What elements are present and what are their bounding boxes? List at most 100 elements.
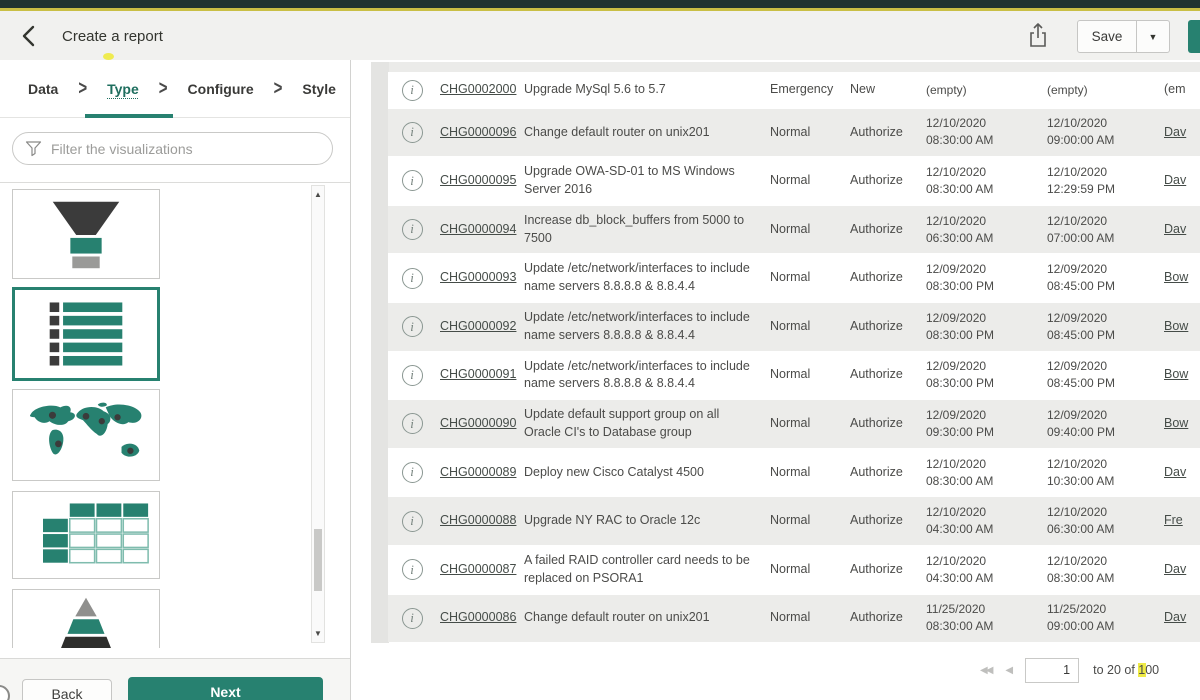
previous-page-icon[interactable]: ◀ [1005, 665, 1011, 676]
viz-world-map[interactable] [12, 389, 160, 481]
info-icon[interactable]: i [402, 462, 423, 483]
viz-funnel-chart[interactable] [12, 189, 160, 279]
wizard-step[interactable]: Configure > [188, 80, 303, 97]
scrollbar-thumb[interactable] [314, 529, 322, 591]
table-row[interactable]: i CHG0000092 Update /etc/network/interfa… [388, 302, 1200, 351]
assigned-to-link[interactable]: Dav [1160, 609, 1200, 627]
save-button[interactable]: Save [1077, 20, 1137, 53]
info-icon[interactable]: i [402, 268, 423, 289]
assigned-to-link[interactable]: Dav [1160, 464, 1200, 482]
change-number-link[interactable]: CHG0000094 [436, 221, 520, 239]
wizard-step[interactable]: Type > [107, 80, 187, 97]
first-page-icon[interactable]: ◀◀ [980, 665, 991, 676]
viz-list-selected[interactable] [12, 287, 160, 381]
info-icon[interactable]: i [402, 122, 423, 143]
assigned-to-link[interactable]: Dav [1160, 221, 1200, 239]
change-number-link[interactable]: CHG0000088 [436, 512, 520, 530]
wizard-steps: Data > Type > Configure > Style [0, 60, 350, 118]
start-date-cell: 12/10/2020 08:30:00 AM [922, 456, 1043, 490]
change-number-link[interactable]: CHG0000095 [436, 172, 520, 190]
table-row[interactable]: i CHG0002000 Upgrade MySql 5.6 to 5.7 Em… [388, 72, 1200, 108]
assigned-to-link[interactable]: Dav [1160, 124, 1200, 142]
wizard-step-label[interactable]: Style [302, 81, 335, 97]
scroll-down-icon[interactable]: ▼ [312, 629, 324, 638]
change-number-link[interactable]: CHG0000089 [436, 464, 520, 482]
visualization-filter[interactable] [12, 132, 333, 165]
table-row[interactable]: i CHG0000091 Update /etc/network/interfa… [388, 351, 1200, 400]
table-row[interactable]: i CHG0000096 Change default router on un… [388, 108, 1200, 157]
end-date-cell: 11/25/2020 09:00:00 AM [1043, 601, 1160, 635]
priority-cell: Normal [766, 172, 846, 190]
back-chevron-icon[interactable] [18, 24, 44, 48]
filter-input[interactable] [51, 141, 320, 157]
table-row[interactable]: i CHG0000087 A failed RAID controller ca… [388, 545, 1200, 594]
heatmap-table-icon [13, 492, 159, 578]
change-number-link[interactable]: CHG0000090 [436, 415, 520, 433]
viz-scrollbar[interactable]: ▲ ▼ [311, 185, 325, 643]
info-icon[interactable]: i [402, 316, 423, 337]
change-number-link[interactable]: CHG0000093 [436, 269, 520, 287]
priority-cell: Normal [766, 124, 846, 142]
table-row[interactable]: i CHG0000090 Update default support grou… [388, 399, 1200, 448]
info-icon[interactable]: i [402, 80, 423, 101]
short-description-cell: Increase db_block_buffers from 5000 to 7… [520, 212, 766, 248]
change-number-link[interactable]: CHG0000087 [436, 561, 520, 579]
change-number-link[interactable]: CHG0000086 [436, 609, 520, 627]
pyramid-chart-icon [13, 590, 159, 648]
info-icon[interactable]: i [402, 413, 423, 434]
wizard-step-label[interactable]: Type [107, 81, 139, 97]
save-dropdown-button[interactable]: ▼ [1136, 20, 1170, 53]
change-number-link[interactable]: CHG0000092 [436, 318, 520, 336]
info-icon[interactable]: i [402, 365, 423, 386]
table-row[interactable]: i CHG0000095 Upgrade OWA-SD-01 to MS Win… [388, 156, 1200, 205]
end-date-cell: 12/09/2020 08:45:00 PM [1043, 358, 1160, 392]
next-button[interactable]: Next [128, 677, 323, 700]
assigned-to-link[interactable]: Dav [1160, 561, 1200, 579]
info-icon[interactable]: i [402, 559, 423, 580]
change-number-link[interactable]: CHG0002000 [436, 81, 520, 99]
short-description-cell: Change default router on unix201 [520, 124, 766, 142]
assigned-to-link[interactable]: Fre [1160, 512, 1200, 530]
assigned-to-link[interactable]: Bow [1160, 415, 1200, 433]
table-row[interactable]: i CHG0000094 Increase db_block_buffers f… [388, 205, 1200, 254]
table-row[interactable]: i CHG0000086 Change default router on un… [388, 594, 1200, 643]
table-row[interactable]: i CHG0000093 Update /etc/network/interfa… [388, 253, 1200, 302]
page-number-input[interactable] [1025, 658, 1079, 683]
back-button[interactable]: Back [22, 679, 112, 700]
report-header-bar: Create a report Save ▼ [0, 11, 1200, 60]
wizard-step[interactable]: Data > [28, 80, 107, 97]
info-icon[interactable]: i [402, 608, 423, 629]
state-cell: Authorize [846, 124, 922, 142]
info-icon[interactable]: i [402, 219, 423, 240]
end-date-cell: 12/09/2020 08:45:00 PM [1043, 261, 1160, 295]
viz-pyramid-chart[interactable] [12, 589, 160, 648]
share-icon[interactable] [1026, 21, 1052, 51]
assigned-to-link[interactable]: Bow [1160, 366, 1200, 384]
state-cell: Authorize [846, 318, 922, 336]
table-row[interactable]: i CHG0000088 Upgrade NY RAC to Oracle 12… [388, 496, 1200, 545]
funnel-filter-icon [25, 140, 42, 157]
end-date-cell: 12/10/2020 08:30:00 AM [1043, 553, 1160, 587]
change-number-link[interactable]: CHG0000091 [436, 366, 520, 384]
info-icon[interactable]: i [402, 511, 423, 532]
wizard-step-label[interactable]: Data [28, 81, 58, 97]
state-cell: Authorize [846, 609, 922, 627]
change-request-table: i CHG0002000 Upgrade MySql 5.6 to 5.7 Em… [388, 72, 1200, 642]
change-number-link[interactable]: CHG0000096 [436, 124, 520, 142]
help-icon[interactable] [0, 685, 10, 700]
wizard-step[interactable]: Style [302, 81, 335, 97]
table-row[interactable]: i CHG0000089 Deploy new Cisco Catalyst 4… [388, 448, 1200, 497]
wizard-step-label[interactable]: Configure [188, 81, 254, 97]
pagination-range-text: to 20 of 100 [1093, 663, 1159, 677]
assigned-to-link[interactable]: Dav [1160, 172, 1200, 190]
assigned-to-link[interactable]: (em [1160, 81, 1200, 99]
state-cell: New [846, 81, 922, 99]
viz-heatmap-table[interactable] [12, 491, 160, 579]
edge-primary-button-sliver[interactable] [1188, 20, 1200, 53]
assigned-to-link[interactable]: Bow [1160, 318, 1200, 336]
scroll-up-icon[interactable]: ▲ [312, 190, 324, 199]
assigned-to-link[interactable]: Bow [1160, 269, 1200, 287]
state-cell: Authorize [846, 172, 922, 190]
info-icon[interactable]: i [402, 170, 423, 191]
priority-cell: Normal [766, 512, 846, 530]
